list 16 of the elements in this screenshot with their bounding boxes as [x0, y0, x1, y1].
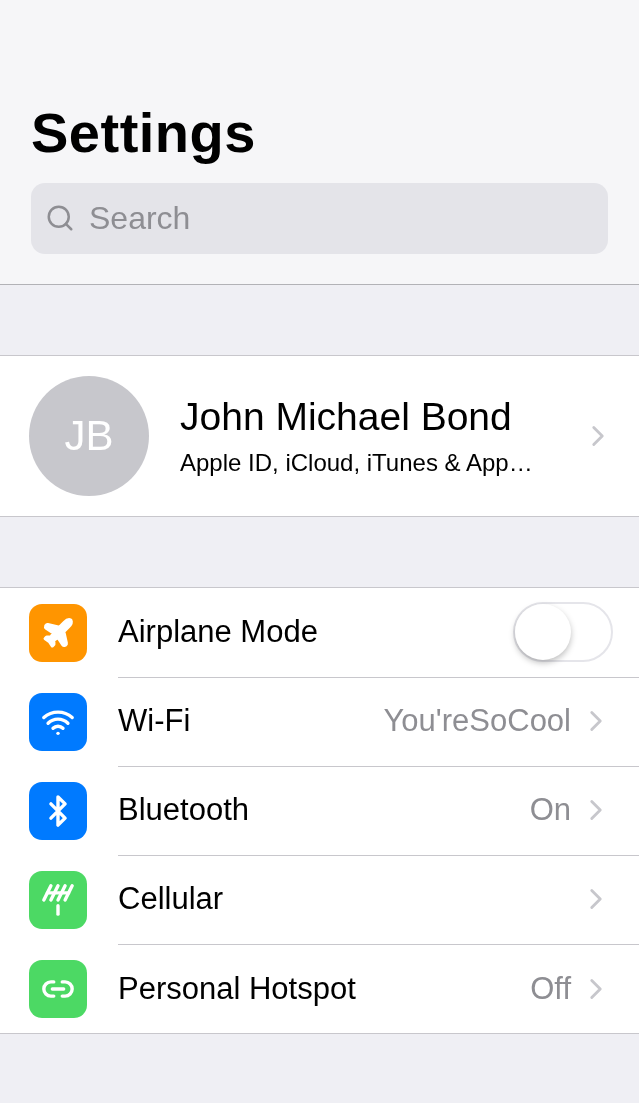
setting-value: You'reSoCool — [383, 703, 571, 739]
page-title: Settings — [31, 100, 257, 165]
setting-label[interactable]: Wi-Fi — [118, 703, 384, 739]
avatar: JB — [29, 376, 149, 496]
search-field[interactable]: Search — [31, 183, 608, 254]
setting-label[interactable]: Personal Hotspot — [118, 970, 531, 1007]
toggle-switch[interactable] — [513, 602, 613, 662]
setting-value: On — [529, 792, 571, 828]
profile-row[interactable]: JB John Michael Bond Apple ID, iCloud, iTunes & App… — [0, 356, 639, 516]
search-icon — [45, 203, 75, 233]
setting-label[interactable]: Bluetooth — [118, 792, 530, 828]
setting-label[interactable]: Cellular — [118, 881, 579, 917]
profile-subtitle: Apple ID, iCloud, iTunes & App… — [180, 449, 534, 477]
setting-value: Off — [530, 970, 571, 1007]
setting-label[interactable]: Airplane Mode — [118, 614, 513, 650]
profile-name: John Michael Bond — [180, 395, 513, 439]
